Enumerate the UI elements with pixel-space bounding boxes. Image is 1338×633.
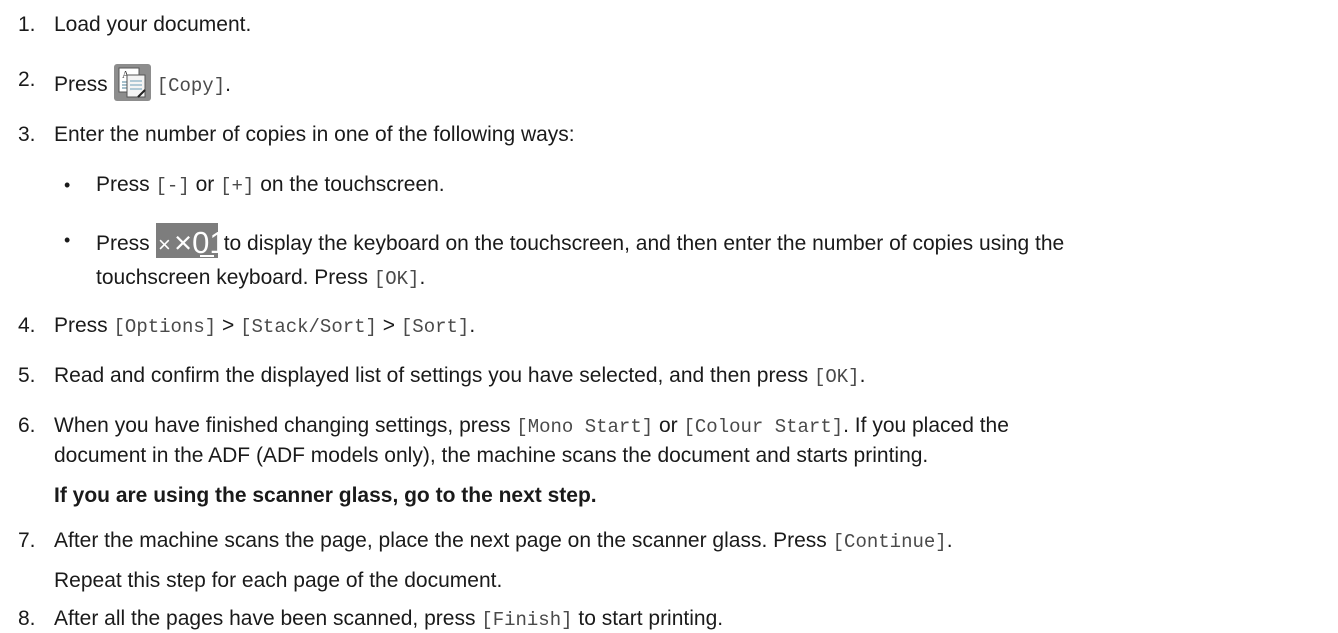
minus-key: [-] <box>155 175 190 197</box>
step-text: Press <box>54 73 108 97</box>
step-number: 8. <box>18 607 36 630</box>
step-number: 1. <box>18 13 36 36</box>
step-6-note: If you are using the scanner glass, go t… <box>54 484 597 507</box>
bullet-item-continued: touchscreen keyboard. Press [OK]. <box>96 266 426 290</box>
copy-key: [Copy] <box>156 75 226 98</box>
step-number: 4. <box>18 314 36 337</box>
ok-key: [OK] <box>813 366 860 388</box>
step-number: 7. <box>18 529 36 552</box>
colour-start-key: [Colour Start] <box>683 416 844 438</box>
copy-quantity-icon: × ×01 <box>155 223 218 258</box>
stack-sort-key: [Stack/Sort] <box>240 316 377 338</box>
step-text: Enter the number of copies in one of the… <box>54 123 575 146</box>
sort-key: [Sort] <box>400 316 470 338</box>
step-6-continued: document in the ADF (ADF models only), t… <box>54 444 929 467</box>
finish-key: [Finish] <box>481 609 573 631</box>
continue-key: [Continue] <box>832 531 947 553</box>
copy-document-icon: A <box>113 64 151 101</box>
options-key: [Options] <box>113 316 217 338</box>
bullet-icon: • <box>64 230 71 250</box>
step-number: 5. <box>18 364 36 387</box>
step-7-continued: Repeat this step for each page of the do… <box>54 569 503 592</box>
step-number: 6. <box>18 414 36 437</box>
plus-key: [+] <box>220 175 255 197</box>
step-number: 2. <box>18 68 36 91</box>
copy-quantity-label: ×01 <box>174 225 218 258</box>
bullet-icon: • <box>64 175 71 195</box>
ok-key: [OK] <box>373 268 420 290</box>
step-number: 3. <box>18 123 36 146</box>
svg-text:×: × <box>158 232 171 257</box>
mono-start-key: [Mono Start] <box>516 416 654 438</box>
step-text: Load your document. <box>54 13 252 36</box>
